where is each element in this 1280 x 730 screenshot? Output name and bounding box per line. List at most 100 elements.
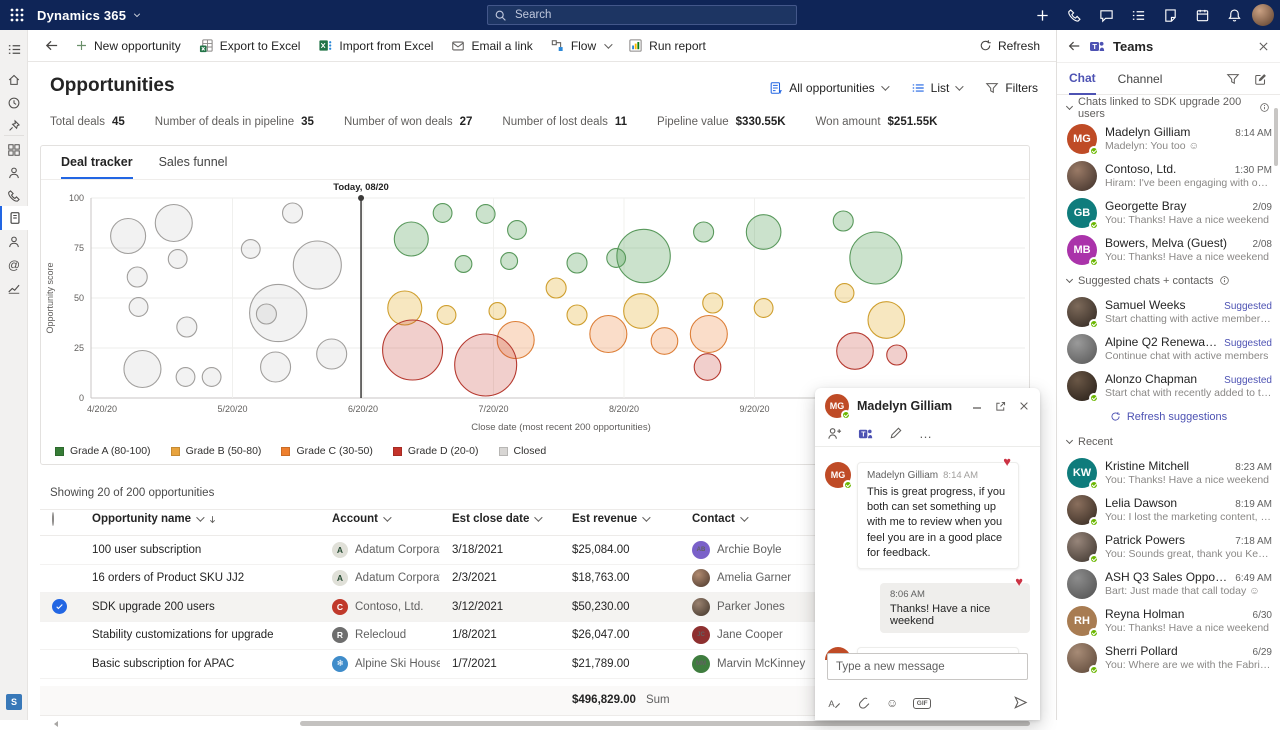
app-chevron-down-icon[interactable]	[132, 10, 142, 20]
heart-reaction-icon[interactable]: ♥	[1003, 455, 1011, 468]
filter-icon[interactable]	[1226, 72, 1240, 86]
teams-chat-icon[interactable]	[1099, 8, 1114, 23]
section-collapse-chevron-icon	[1066, 275, 1073, 282]
tab-channel[interactable]: Channel	[1118, 63, 1163, 95]
tab-deal-tracker[interactable]: Deal tracker	[61, 155, 133, 179]
opportunity-name-cell[interactable]: 100 user subscription	[80, 544, 320, 556]
emoji-picker-icon[interactable]: ☺	[886, 697, 898, 709]
sidebar-item-dashboards[interactable]	[0, 138, 28, 161]
edit-pencil-icon[interactable]	[889, 426, 903, 440]
sidebar-item-pinned[interactable]	[0, 114, 28, 137]
flow-button[interactable]: Flow	[551, 39, 610, 53]
chat-list-item[interactable]: Sherri Pollard6/29You: Where are we with…	[1057, 639, 1280, 676]
quick-create-plus-icon[interactable]	[1035, 8, 1050, 23]
sidebar-item-insights[interactable]	[0, 276, 28, 299]
panel-back-icon[interactable]	[1067, 39, 1081, 53]
sidebar-item-home[interactable]	[0, 68, 28, 91]
message-input[interactable]	[827, 653, 1028, 680]
refresh-suggestions-link[interactable]: Refresh suggestions	[1057, 404, 1280, 429]
notifications-bell-icon[interactable]	[1227, 8, 1242, 23]
chat-list-item[interactable]: Alonzo ChapmanSuggestedStart chat with r…	[1057, 367, 1280, 404]
new-opportunity-button[interactable]: New opportunity	[75, 39, 181, 53]
export-to-excel-button[interactable]: Export to Excel	[199, 38, 301, 53]
import-from-excel-button[interactable]: Import from Excel	[318, 38, 433, 53]
new-chat-compose-icon[interactable]	[1254, 72, 1268, 86]
more-options-icon[interactable]: …	[919, 426, 933, 441]
run-report-button[interactable]: Run report	[628, 38, 706, 53]
column-header[interactable]: Account	[320, 513, 440, 525]
account-cell[interactable]: ❄Alpine Ski House	[320, 656, 440, 672]
opportunity-name-cell[interactable]: Stability customizations for upgrade	[80, 629, 320, 641]
chat-list-item[interactable]: Alpine Q2 Renewal OpportunitySuggestedCo…	[1057, 330, 1280, 367]
opportunity-name-cell[interactable]: 16 orders of Product SKU JJ2	[80, 572, 320, 584]
view-selector[interactable]: All opportunities	[769, 81, 886, 95]
tab-chat[interactable]: Chat	[1069, 63, 1096, 95]
refresh-button[interactable]: Refresh	[979, 39, 1040, 53]
chat-list-item[interactable]: MGMadelyn Gilliam8:14 AMMadelyn: You too…	[1057, 120, 1280, 157]
chat-list-item[interactable]: MBBowers, Melva (Guest)2/08You: Thanks! …	[1057, 231, 1280, 268]
waffle-menu-icon[interactable]	[9, 7, 25, 23]
heart-reaction-icon[interactable]: ♥	[1015, 575, 1023, 588]
column-header[interactable]: Est revenue	[560, 513, 680, 525]
send-message-icon[interactable]	[1013, 695, 1028, 710]
phone-icon[interactable]	[1067, 8, 1082, 23]
account-cell[interactable]: RRelecloud	[320, 627, 440, 643]
column-header[interactable]: Opportunity name	[80, 513, 320, 525]
format-text-icon[interactable]	[827, 696, 842, 711]
account-cell[interactable]: CContoso, Ltd.	[320, 599, 440, 615]
gif-picker-icon[interactable]: GIF	[913, 698, 931, 709]
chat-list-item[interactable]: Lelia Dawson8:19 AMYou: I lost the marke…	[1057, 491, 1280, 528]
sales-app-badge[interactable]: S	[6, 694, 22, 710]
panel-close-icon[interactable]	[1257, 40, 1270, 53]
user-avatar[interactable]	[1252, 4, 1274, 26]
scrollbar-thumb[interactable]	[300, 721, 1030, 726]
chat-list-item[interactable]: RHReyna Holman6/30You: Thanks! Have a ni…	[1057, 602, 1280, 639]
back-arrow-icon[interactable]	[44, 38, 59, 53]
email-a-link-button[interactable]: Email a link	[451, 39, 532, 53]
section-header[interactable]: Recent	[1057, 429, 1280, 454]
avatar	[692, 598, 710, 616]
chat-list-item[interactable]: KWKristine Mitchell8:23 AMYou: Thanks! H…	[1057, 454, 1280, 491]
account-cell[interactable]: AAdatum Corporation	[320, 542, 440, 558]
tasks-icon[interactable]	[1131, 8, 1146, 23]
sidebar-item-contacts[interactable]	[0, 184, 28, 207]
open-in-teams-icon[interactable]	[858, 426, 873, 441]
sticky-note-icon[interactable]	[1163, 8, 1178, 23]
panel-scrollbar-thumb[interactable]	[1274, 108, 1278, 166]
attach-paperclip-icon[interactable]	[857, 696, 871, 710]
chat-list-item[interactable]: Contoso, Ltd.1:30 PMHiram: I've been eng…	[1057, 157, 1280, 194]
select-all-checkbox[interactable]	[40, 513, 80, 525]
sidebar-item-opportunities-selected[interactable]	[0, 206, 28, 230]
sidebar-item-competitors[interactable]	[0, 230, 28, 253]
search-input[interactable]	[513, 8, 790, 22]
chat-list-item[interactable]: Patrick Powers7:18 AMYou: Sounds great, …	[1057, 528, 1280, 565]
account-cell[interactable]: AAdatum Corporation	[320, 570, 440, 586]
chat-list-item[interactable]: GBGeorgette Bray2/09You: Thanks! Have a …	[1057, 194, 1280, 231]
sidebar-item-accounts[interactable]	[0, 161, 28, 184]
chat-time: 2/08	[1253, 239, 1272, 250]
opportunity-name-cell[interactable]: SDK upgrade 200 users	[80, 601, 320, 613]
tab-sales-funnel[interactable]: Sales funnel	[159, 155, 228, 179]
global-search[interactable]	[487, 5, 797, 25]
row-checkbox[interactable]	[40, 599, 80, 614]
minimize-icon[interactable]	[971, 400, 983, 412]
sidebar-item-recent[interactable]	[0, 91, 28, 114]
hamburger-menu-icon[interactable]	[0, 38, 28, 61]
app-title[interactable]: Dynamics 365	[37, 8, 126, 23]
filters-button[interactable]: Filters	[985, 81, 1038, 95]
scroll-left-arrow-icon[interactable]	[54, 721, 58, 727]
pop-out-icon[interactable]	[994, 400, 1007, 413]
sidebar-item-marketing[interactable]: @	[0, 253, 28, 276]
add-people-icon[interactable]	[827, 426, 842, 441]
chat-list-item[interactable]: Samuel WeeksSuggestedStart chatting with…	[1057, 293, 1280, 330]
opportunity-name-cell[interactable]: Basic subscription for APAC	[80, 658, 320, 670]
chat-list-item[interactable]: ASH Q3 Sales Opportunity6:49 AMBart: Jus…	[1057, 565, 1280, 602]
chat-name: Sherri Pollard	[1105, 644, 1247, 658]
popup-close-icon[interactable]	[1018, 400, 1030, 412]
calendar-icon[interactable]	[1195, 8, 1210, 23]
kpi-stats-row: Total deals45Number of deals in pipeline…	[50, 116, 937, 128]
column-header[interactable]: Est close date	[440, 513, 560, 525]
section-header[interactable]: Chats linked to SDK upgrade 200 users	[1057, 95, 1280, 120]
section-header[interactable]: Suggested chats + contacts	[1057, 268, 1280, 293]
layout-selector[interactable]: List	[911, 81, 962, 95]
